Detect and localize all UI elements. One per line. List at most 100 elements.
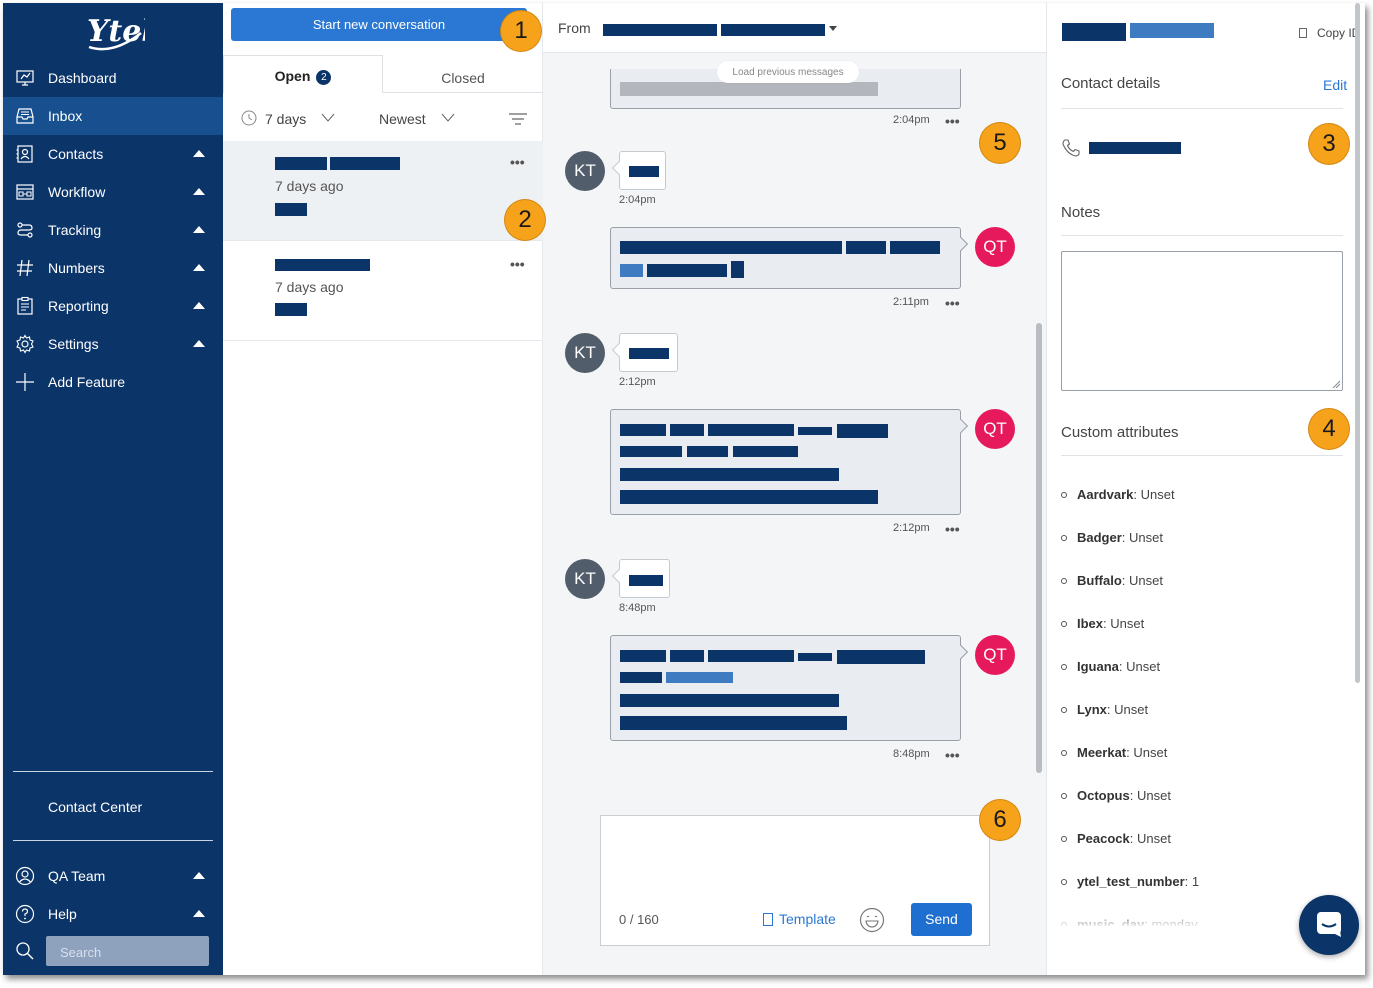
- avatar: KT: [565, 151, 605, 191]
- expand-caret-icon[interactable]: [193, 188, 205, 195]
- chat-scrollbar[interactable]: [1036, 323, 1042, 773]
- sidebar-item-workflow[interactable]: Workflow: [3, 173, 223, 211]
- sidebar-item-reporting[interactable]: Reporting: [3, 287, 223, 325]
- template-button[interactable]: Template: [763, 911, 836, 927]
- attribute-item: Meerkat: Unset: [1061, 745, 1167, 760]
- emoji-icon[interactable]: [859, 907, 885, 933]
- ytel-logo[interactable]: Ytel: [83, 11, 145, 51]
- sidebar-item-inbox[interactable]: Inbox: [3, 97, 223, 135]
- sidebar-item-team[interactable]: QA Team: [3, 857, 223, 895]
- conversation-item[interactable]: 7 days ago •••: [223, 241, 543, 341]
- expand-caret-icon[interactable]: [193, 872, 205, 879]
- sidebar-item-numbers[interactable]: Numbers: [3, 249, 223, 287]
- expand-caret-icon[interactable]: [193, 264, 205, 271]
- sidebar-item-contacts[interactable]: Contacts: [3, 135, 223, 173]
- message-bubble-outgoing: [610, 227, 969, 289]
- app-window: Ytel Dashboard Inbox Contacts Workflow T…: [3, 3, 1365, 975]
- redacted-message: [708, 650, 794, 662]
- callout-badge: 2: [505, 200, 545, 240]
- template-label: Template: [779, 911, 836, 927]
- user-icon: [15, 866, 35, 886]
- callout-badge: 4: [1309, 409, 1349, 449]
- redacted-message: [837, 424, 888, 438]
- attribute-name: Buffalo: [1077, 573, 1122, 588]
- edit-link[interactable]: Edit: [1323, 77, 1347, 93]
- redacted-name: [330, 157, 400, 170]
- redacted-from-number[interactable]: [603, 24, 717, 36]
- redacted-message: [629, 575, 663, 586]
- attribute-name: Aardvark: [1077, 487, 1134, 502]
- avatar: KT: [565, 559, 605, 599]
- divider: [1061, 455, 1343, 456]
- redacted-message: [629, 166, 659, 177]
- attribute-item: Peacock: Unset: [1061, 831, 1171, 846]
- attribute-item: Aardvark: Unset: [1061, 487, 1175, 502]
- send-button[interactable]: Send: [911, 903, 972, 936]
- sidebar-item-label: Tracking: [48, 222, 102, 238]
- redacted-from-number[interactable]: [721, 24, 825, 36]
- notes-textarea[interactable]: [1061, 251, 1343, 391]
- gear-icon: [16, 334, 34, 354]
- attribute-name: Iguana: [1077, 659, 1119, 674]
- message-time: 2:12pm: [619, 376, 656, 388]
- sort-select[interactable]: Newest: [379, 111, 426, 127]
- sidebar-item-add-feature[interactable]: Add Feature: [3, 363, 223, 401]
- message-composer[interactable]: 0 / 160 Template Send: [600, 815, 990, 946]
- message-time: 2:04pm: [893, 114, 930, 126]
- expand-caret-icon[interactable]: [193, 910, 205, 917]
- more-options-icon[interactable]: •••: [945, 114, 960, 128]
- redacted-message: [620, 446, 682, 457]
- expand-caret-icon[interactable]: [193, 340, 205, 347]
- resize-handle-icon[interactable]: [1332, 380, 1340, 388]
- avatar: QT: [975, 227, 1015, 267]
- attribute-name: ytel_test_number: [1077, 874, 1185, 889]
- sidebar-item-help[interactable]: Help: [3, 895, 223, 933]
- sidebar-divider: [13, 840, 213, 841]
- more-options-icon[interactable]: •••: [945, 296, 960, 310]
- panel-scrollbar[interactable]: [1355, 3, 1360, 683]
- divider: [1061, 235, 1343, 236]
- sidebar-item-dashboard[interactable]: Dashboard: [3, 59, 223, 97]
- help-icon: [15, 904, 35, 924]
- conversation-item[interactable]: 7 days ago •••: [223, 141, 543, 241]
- clock-icon: [241, 110, 257, 126]
- attribute-value: Unset: [1129, 573, 1163, 588]
- load-previous-messages-button[interactable]: Load previous messages: [717, 61, 859, 83]
- sidebar-search-input[interactable]: Search: [46, 936, 209, 966]
- attribute-item: Octopus: Unset: [1061, 788, 1171, 803]
- redacted-message: [620, 650, 666, 662]
- callout-badge: 3: [1309, 124, 1349, 164]
- redacted-message: [890, 241, 940, 254]
- expand-caret-icon[interactable]: [193, 302, 205, 309]
- date-range-select[interactable]: 7 days: [265, 111, 306, 127]
- contact-details-heading: Contact details: [1061, 75, 1161, 92]
- chevron-down-icon[interactable]: [441, 113, 455, 122]
- more-options-icon[interactable]: •••: [510, 155, 525, 169]
- chevron-down-icon[interactable]: [829, 26, 837, 31]
- sidebar-item-contact-center[interactable]: Contact Center: [3, 788, 223, 826]
- start-new-conversation-button[interactable]: Start new conversation: [231, 8, 527, 41]
- redacted-contact-name: [1062, 23, 1126, 41]
- message-time: 8:48pm: [893, 748, 930, 760]
- filter-icon[interactable]: [509, 113, 527, 127]
- redacted-message: [647, 264, 727, 277]
- sidebar-item-settings[interactable]: Settings: [3, 325, 223, 363]
- more-options-icon[interactable]: •••: [510, 257, 525, 271]
- more-options-icon[interactable]: •••: [945, 748, 960, 762]
- chevron-down-icon[interactable]: [321, 113, 335, 122]
- redacted-message: [687, 446, 728, 457]
- attribute-value: Unset: [1114, 702, 1149, 717]
- document-icon: [763, 913, 773, 926]
- from-label: From: [558, 20, 591, 36]
- copy-id-button[interactable]: Copy ID: [1299, 26, 1360, 40]
- expand-caret-icon[interactable]: [193, 226, 205, 233]
- chat-launcher-button[interactable]: [1299, 895, 1359, 955]
- tab-open[interactable]: Open 2: [223, 55, 383, 93]
- expand-caret-icon[interactable]: [193, 150, 205, 157]
- more-options-icon[interactable]: •••: [945, 522, 960, 536]
- tab-closed[interactable]: Closed: [383, 55, 543, 93]
- message-time: 2:04pm: [619, 194, 656, 206]
- sidebar-item-tracking[interactable]: Tracking: [3, 211, 223, 249]
- filter-bar: 7 days Newest: [223, 99, 543, 141]
- callout-badge: 5: [980, 123, 1020, 163]
